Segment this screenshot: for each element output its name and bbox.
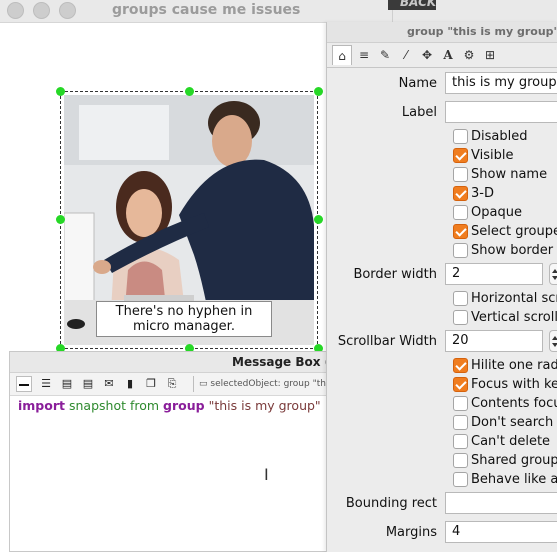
zoom-button[interactable] <box>59 2 76 19</box>
disabled-label: Disabled <box>471 129 528 144</box>
message-box-toolbar: ☰ ▤ ▤ ✉ ▮ ❐ ⎘ ▭ selectedObject: group "t… <box>10 373 333 396</box>
focus-with-keyboard-label: Focus with ke <box>471 377 557 392</box>
gears-icon[interactable]: ⚙ <box>459 45 479 65</box>
message-script-line[interactable]: import snapshot from group "this is my g… <box>18 398 321 413</box>
text-icon[interactable]: A <box>438 45 458 65</box>
contents-focus-label: Contents focu <box>471 396 557 411</box>
script-page-icon[interactable]: ▤ <box>59 376 75 392</box>
resize-handle-right[interactable] <box>314 215 323 224</box>
copy-icon[interactable]: ❐ <box>143 376 159 392</box>
caption-line-1: There's no hyphen in <box>115 304 253 319</box>
show-border-checkbox[interactable] <box>453 243 468 258</box>
label-label: Label <box>401 105 437 120</box>
bounding-rect-field[interactable] <box>445 492 557 514</box>
border-width-field[interactable]: 2 <box>445 263 543 285</box>
caption-line-2: micro manager. <box>133 319 235 334</box>
cant-delete-label: Can't delete <box>471 434 551 449</box>
script-words: snapshot from <box>68 398 160 413</box>
single-line-icon[interactable] <box>16 376 32 392</box>
border-width-stepper[interactable] <box>549 263 557 285</box>
script-keyword-group: group <box>163 398 205 413</box>
dont-search-label: Don't search <box>471 415 554 430</box>
resize-handle-top[interactable] <box>185 87 194 96</box>
resize-handle-top-right[interactable] <box>314 87 323 96</box>
name-field[interactable]: this is my group <box>445 72 557 94</box>
label-field[interactable] <box>445 101 557 123</box>
multi-line-icon[interactable]: ☰ <box>38 376 54 392</box>
resize-handle-top-left[interactable] <box>56 87 65 96</box>
behave-like-background-checkbox[interactable] <box>453 472 468 487</box>
three-d-label: 3-D <box>471 186 494 201</box>
script-page-2-icon[interactable]: ▤ <box>80 376 96 392</box>
dont-search-checkbox[interactable] <box>453 415 468 430</box>
border-width-label: Border width <box>353 267 437 282</box>
document-icon[interactable]: ▮ <box>122 376 138 392</box>
hilite-one-radio-checkbox[interactable] <box>453 358 468 373</box>
close-button[interactable] <box>7 2 24 19</box>
inspector-titlebar[interactable]: group "this is my group" ( <box>327 22 557 43</box>
hilite-one-radio-label: Hilite one radi <box>471 358 557 373</box>
database-icon[interactable]: ≡ <box>354 45 374 65</box>
script-string: "this is my group" <box>208 398 321 413</box>
caption-field[interactable]: There's no hyphen in micro manager. <box>96 301 272 337</box>
shared-group-checkbox[interactable] <box>453 453 468 468</box>
vertical-scrollbar-checkbox[interactable] <box>453 310 468 325</box>
scrollbar-width-field[interactable]: 20 <box>445 330 543 352</box>
opaque-checkbox[interactable] <box>453 205 468 220</box>
opaque-label: Opaque <box>471 205 522 220</box>
script-keyword-import: import <box>18 398 65 413</box>
resize-handle-left[interactable] <box>56 215 65 224</box>
show-name-label: Show name <box>471 167 548 182</box>
selected-object-text: selectedObject: group "this <box>210 379 334 389</box>
minimize-button[interactable] <box>33 2 50 19</box>
paste-icon[interactable]: ⎘ <box>164 376 180 392</box>
message-box-title: Message Box (S <box>232 355 339 369</box>
margins-label: Margins <box>385 525 437 540</box>
margins-field[interactable]: 4 <box>445 521 557 543</box>
show-border-label: Show border <box>471 243 554 258</box>
message-box-window: Message Box (S ☰ ▤ ▤ ✉ ▮ ❐ ⎘ ▭ selectedO… <box>9 351 339 552</box>
shared-group-label: Shared group <box>471 453 557 468</box>
background-window-label: BACKUP <box>400 0 436 9</box>
pencil-icon[interactable]: ✎ <box>375 45 395 65</box>
property-inspector: group "this is my group" ( ⌂ ≡ ✎ ⁄ ✥ A ⚙… <box>326 22 557 552</box>
stack-titlebar[interactable]: groups cause me issues <box>0 0 392 23</box>
focus-with-keyboard-checkbox[interactable] <box>453 377 468 392</box>
move-icon[interactable]: ✥ <box>417 45 437 65</box>
background-window-strip[interactable]: BACKUP <box>388 0 436 10</box>
select-grouped-label: Select groupe <box>471 224 557 239</box>
cant-delete-checkbox[interactable] <box>453 434 468 449</box>
stack-title: groups cause me issues <box>112 2 301 18</box>
disabled-checkbox[interactable] <box>453 129 468 144</box>
three-d-checkbox[interactable] <box>453 186 468 201</box>
vertical-scrollbar-label: Vertical scrollb <box>471 310 557 325</box>
mail-icon[interactable]: ✉ <box>101 376 117 392</box>
select-grouped-checkbox[interactable] <box>453 224 468 239</box>
behave-like-background-label: Behave like a <box>471 472 557 487</box>
show-name-checkbox[interactable] <box>453 167 468 182</box>
scrollbar-width-label: Scrollbar Width <box>337 334 437 349</box>
visible-checkbox[interactable] <box>453 148 468 163</box>
inspector-title: group "this is my group" ( <box>407 25 557 38</box>
grid-icon[interactable]: ⊞ <box>480 45 500 65</box>
inspector-tabs: ⌂ ≡ ✎ ⁄ ✥ A ⚙ ⊞ <box>327 43 557 68</box>
text-cursor-icon: I <box>264 465 269 484</box>
home-icon[interactable]: ⌂ <box>332 45 352 65</box>
horizontal-scrollbar-label: Horizontal scro <box>471 291 557 306</box>
message-box-titlebar[interactable]: Message Box (S <box>10 352 339 373</box>
scrollbar-width-stepper[interactable] <box>549 330 557 352</box>
wand-icon[interactable]: ⁄ <box>396 45 416 65</box>
object-icon: ▭ <box>199 379 211 389</box>
selected-object-field: ▭ selectedObject: group "this <box>193 376 339 392</box>
bounding-rect-label: Bounding rect <box>345 496 437 511</box>
horizontal-scrollbar-checkbox[interactable] <box>453 291 468 306</box>
name-label: Name <box>398 76 437 91</box>
visible-label: Visible <box>471 148 514 163</box>
contents-focus-checkbox[interactable] <box>453 396 468 411</box>
